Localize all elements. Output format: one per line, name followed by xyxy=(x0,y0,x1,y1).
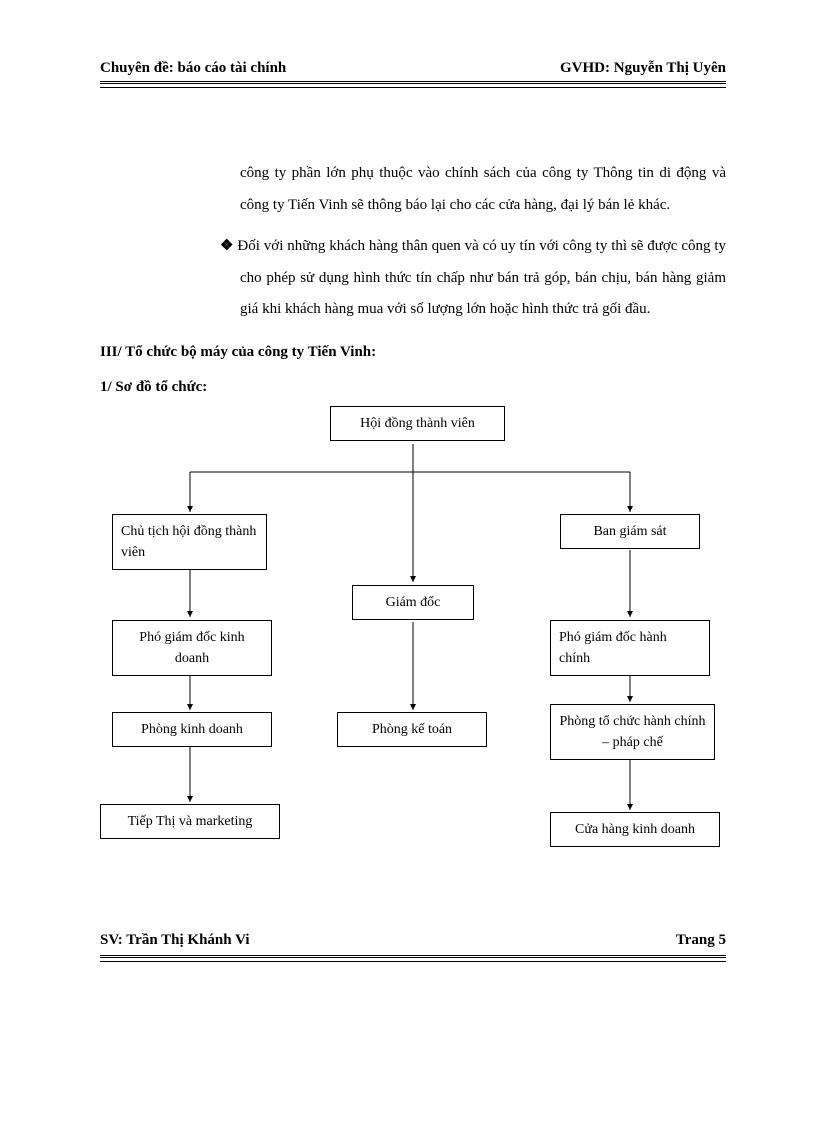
paragraph-1: công ty phần lớn phụ thuộc vào chính sác… xyxy=(240,158,726,221)
node-cua-hang-kinh-doanh: Cửa hàng kinh doanh xyxy=(550,812,720,847)
footer-right: Trang 5 xyxy=(676,932,726,949)
node-giam-doc: Giám đốc xyxy=(352,585,474,620)
node-ban-giam-sat: Ban giám sát xyxy=(560,514,700,549)
node-phong-to-chuc: Phòng tổ chức hành chính – pháp chế xyxy=(550,704,715,760)
node-phong-ke-toan: Phòng kế toán xyxy=(337,712,487,747)
node-hoi-dong-thanh-vien: Hội đồng thành viên xyxy=(330,406,505,441)
page-footer: SV: Trần Thị Khánh Vi Trang 5 xyxy=(100,932,726,949)
page-header: Chuyên đề: báo cáo tài chính GVHD: Nguyễ… xyxy=(100,60,726,77)
node-pgd-hanh-chinh: Phó giám đốc hành chính xyxy=(550,620,710,676)
header-rule xyxy=(100,81,726,88)
org-chart: Hội đồng thành viên Chủ tịch hội đồng th… xyxy=(100,402,726,922)
node-chu-tich: Chủ tịch hội đồng thành viên xyxy=(112,514,267,570)
paragraph-2-text: Đối với những khách hàng thân quen và có… xyxy=(237,238,726,317)
paragraph-2: ❖ Đối với những khách hàng thân quen và … xyxy=(220,231,726,326)
node-phong-kinh-doanh: Phòng kinh doanh xyxy=(112,712,272,747)
header-right: GVHD: Nguyễn Thị Uyên xyxy=(560,60,726,77)
body-text: công ty phần lớn phụ thuộc vào chính sác… xyxy=(100,158,726,326)
node-pgd-kinh-doanh: Phó giám đốc kinh doanh xyxy=(112,620,272,676)
section-heading: III/ Tổ chức bộ máy của công ty Tiến Vin… xyxy=(100,344,726,361)
footer-left: SV: Trần Thị Khánh Vi xyxy=(100,932,250,949)
diamond-bullet-icon: ❖ xyxy=(220,238,237,254)
header-left: Chuyên đề: báo cáo tài chính xyxy=(100,60,286,77)
node-tiep-thi-marketing: Tiếp Thị và marketing xyxy=(100,804,280,839)
footer-rule xyxy=(100,955,726,962)
sub-heading: 1/ Sơ đồ tổ chức: xyxy=(100,379,726,396)
